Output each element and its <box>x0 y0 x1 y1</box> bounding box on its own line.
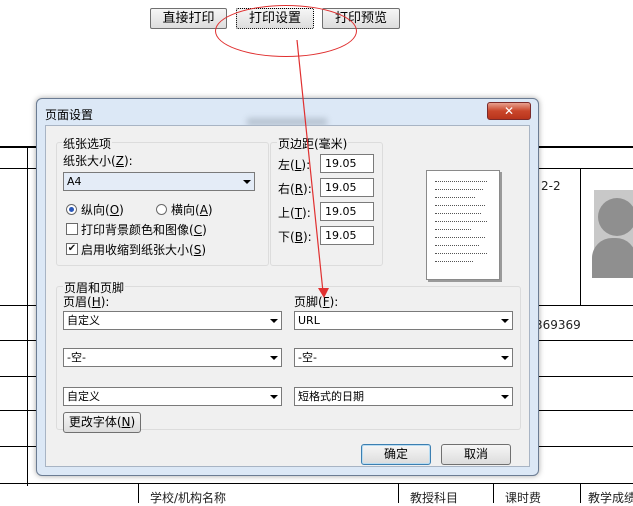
table-vline <box>138 483 139 503</box>
page-setup-dialog: 页面设置 ✕ 纸张选项 纸张大小(Z): A4 纵向(O) 横向(A) 打印背景… <box>36 98 539 476</box>
table-line <box>539 446 633 447</box>
margin-right-input[interactable]: 19.05 <box>320 178 374 197</box>
print-background-label: 打印背景颜色和图像(C) <box>81 223 207 237</box>
chevron-down-icon <box>243 180 251 184</box>
table-vline <box>580 483 581 503</box>
chevron-down-icon <box>501 356 509 360</box>
print-background-checkbox[interactable] <box>66 223 78 235</box>
paper-size-select[interactable]: A4 <box>63 172 255 191</box>
margin-left-label: 左(L): <box>278 158 311 172</box>
preview-line <box>435 229 471 231</box>
footer-select-2[interactable]: -空- <box>294 348 513 367</box>
table-vline <box>580 168 581 305</box>
footer-select-2-value: -空- <box>298 351 317 364</box>
page-preview <box>426 170 500 280</box>
preview-line <box>435 261 473 263</box>
preview-line <box>435 253 487 255</box>
preview-line <box>435 221 487 223</box>
chevron-down-icon <box>270 356 278 360</box>
chevron-down-icon <box>270 395 278 399</box>
table-line <box>0 376 36 377</box>
preview-line <box>435 189 483 191</box>
margin-left-input[interactable]: 19.05 <box>320 154 374 173</box>
table-line <box>539 168 633 169</box>
preview-line <box>435 197 475 199</box>
margin-bottom-label: 下(B): <box>278 230 312 244</box>
margin-top-label: 上(T): <box>278 206 311 220</box>
footer-select-1-value: URL <box>298 314 320 327</box>
dialog-title: 页面设置 <box>45 108 94 122</box>
header-select-2[interactable]: -空- <box>63 348 282 367</box>
chevron-down-icon <box>501 319 509 323</box>
header-select-1-value: 自定义 <box>67 314 100 327</box>
landscape-radio[interactable] <box>156 204 167 215</box>
table-line <box>0 410 36 411</box>
cancel-button[interactable]: 取消 <box>441 444 511 465</box>
chevron-down-icon <box>270 319 278 323</box>
table-vline <box>493 483 494 503</box>
bg-cell-text: 2-2 <box>541 179 561 193</box>
ok-button[interactable]: 确定 <box>361 444 431 465</box>
header-select-3-value: 自定义 <box>67 390 100 403</box>
table-line <box>0 483 633 484</box>
bg-cell-text: 教学成绩 <box>588 491 633 505</box>
bg-cell-text: 课时费 <box>505 491 542 505</box>
chevron-down-icon <box>501 395 509 399</box>
preview-line <box>435 205 485 207</box>
landscape-label: 横向(A) <box>171 203 213 217</box>
header-select-2-value: -空- <box>67 351 86 364</box>
header-label: 页眉(H): <box>63 295 110 309</box>
bg-cell-text: 学校/机构名称 <box>150 491 227 505</box>
preview-line <box>435 213 481 215</box>
shrink-to-fit-label: 启用收缩到纸张大小(S) <box>81 243 207 257</box>
table-line <box>539 376 633 377</box>
annotation-ellipse <box>215 5 357 57</box>
table-line <box>0 446 36 447</box>
shrink-to-fit-checkbox[interactable]: ✔ <box>66 243 78 255</box>
margins-label: 页边距(毫米) <box>277 135 349 152</box>
preview-line <box>435 245 479 247</box>
bg-cell-text: 369369 <box>535 318 581 332</box>
table-line <box>539 410 633 411</box>
dialog-body: 纸张选项 纸张大小(Z): A4 纵向(O) 横向(A) 打印背景颜色和图像(C… <box>45 125 530 467</box>
footer-select-1[interactable]: URL <box>294 311 513 330</box>
margin-right-label: 右(R): <box>278 182 312 196</box>
avatar-photo <box>592 190 633 278</box>
table-line <box>0 305 36 306</box>
portrait-label: 纵向(O) <box>81 203 124 217</box>
change-font-button[interactable]: 更改字体(N) <box>63 412 141 433</box>
close-icon[interactable]: ✕ <box>487 102 531 120</box>
footer-label: 页脚(F): <box>294 295 339 309</box>
preview-line <box>435 181 487 183</box>
header-select-1[interactable]: 自定义 <box>63 311 282 330</box>
margin-top-input[interactable]: 19.05 <box>320 202 374 221</box>
table-line <box>0 340 36 341</box>
paper-size-label: 纸张大小(Z): <box>63 154 133 168</box>
check-icon: ✔ <box>67 243 77 254</box>
table-line <box>539 305 633 306</box>
footer-select-3-value: 短格式的日期 <box>298 390 364 403</box>
table-line <box>539 340 633 341</box>
bg-cell-text: 教授科目 <box>410 491 459 505</box>
paper-size-value: A4 <box>67 175 82 188</box>
preview-line <box>435 237 485 239</box>
footer-select-3[interactable]: 短格式的日期 <box>294 387 513 406</box>
table-vline <box>27 146 28 486</box>
portrait-radio[interactable] <box>66 204 77 215</box>
table-line <box>0 168 36 169</box>
paper-options-label: 纸张选项 <box>62 135 113 152</box>
header-select-3[interactable]: 自定义 <box>63 387 282 406</box>
margin-bottom-input[interactable]: 19.05 <box>320 226 374 245</box>
table-vline <box>398 483 399 503</box>
